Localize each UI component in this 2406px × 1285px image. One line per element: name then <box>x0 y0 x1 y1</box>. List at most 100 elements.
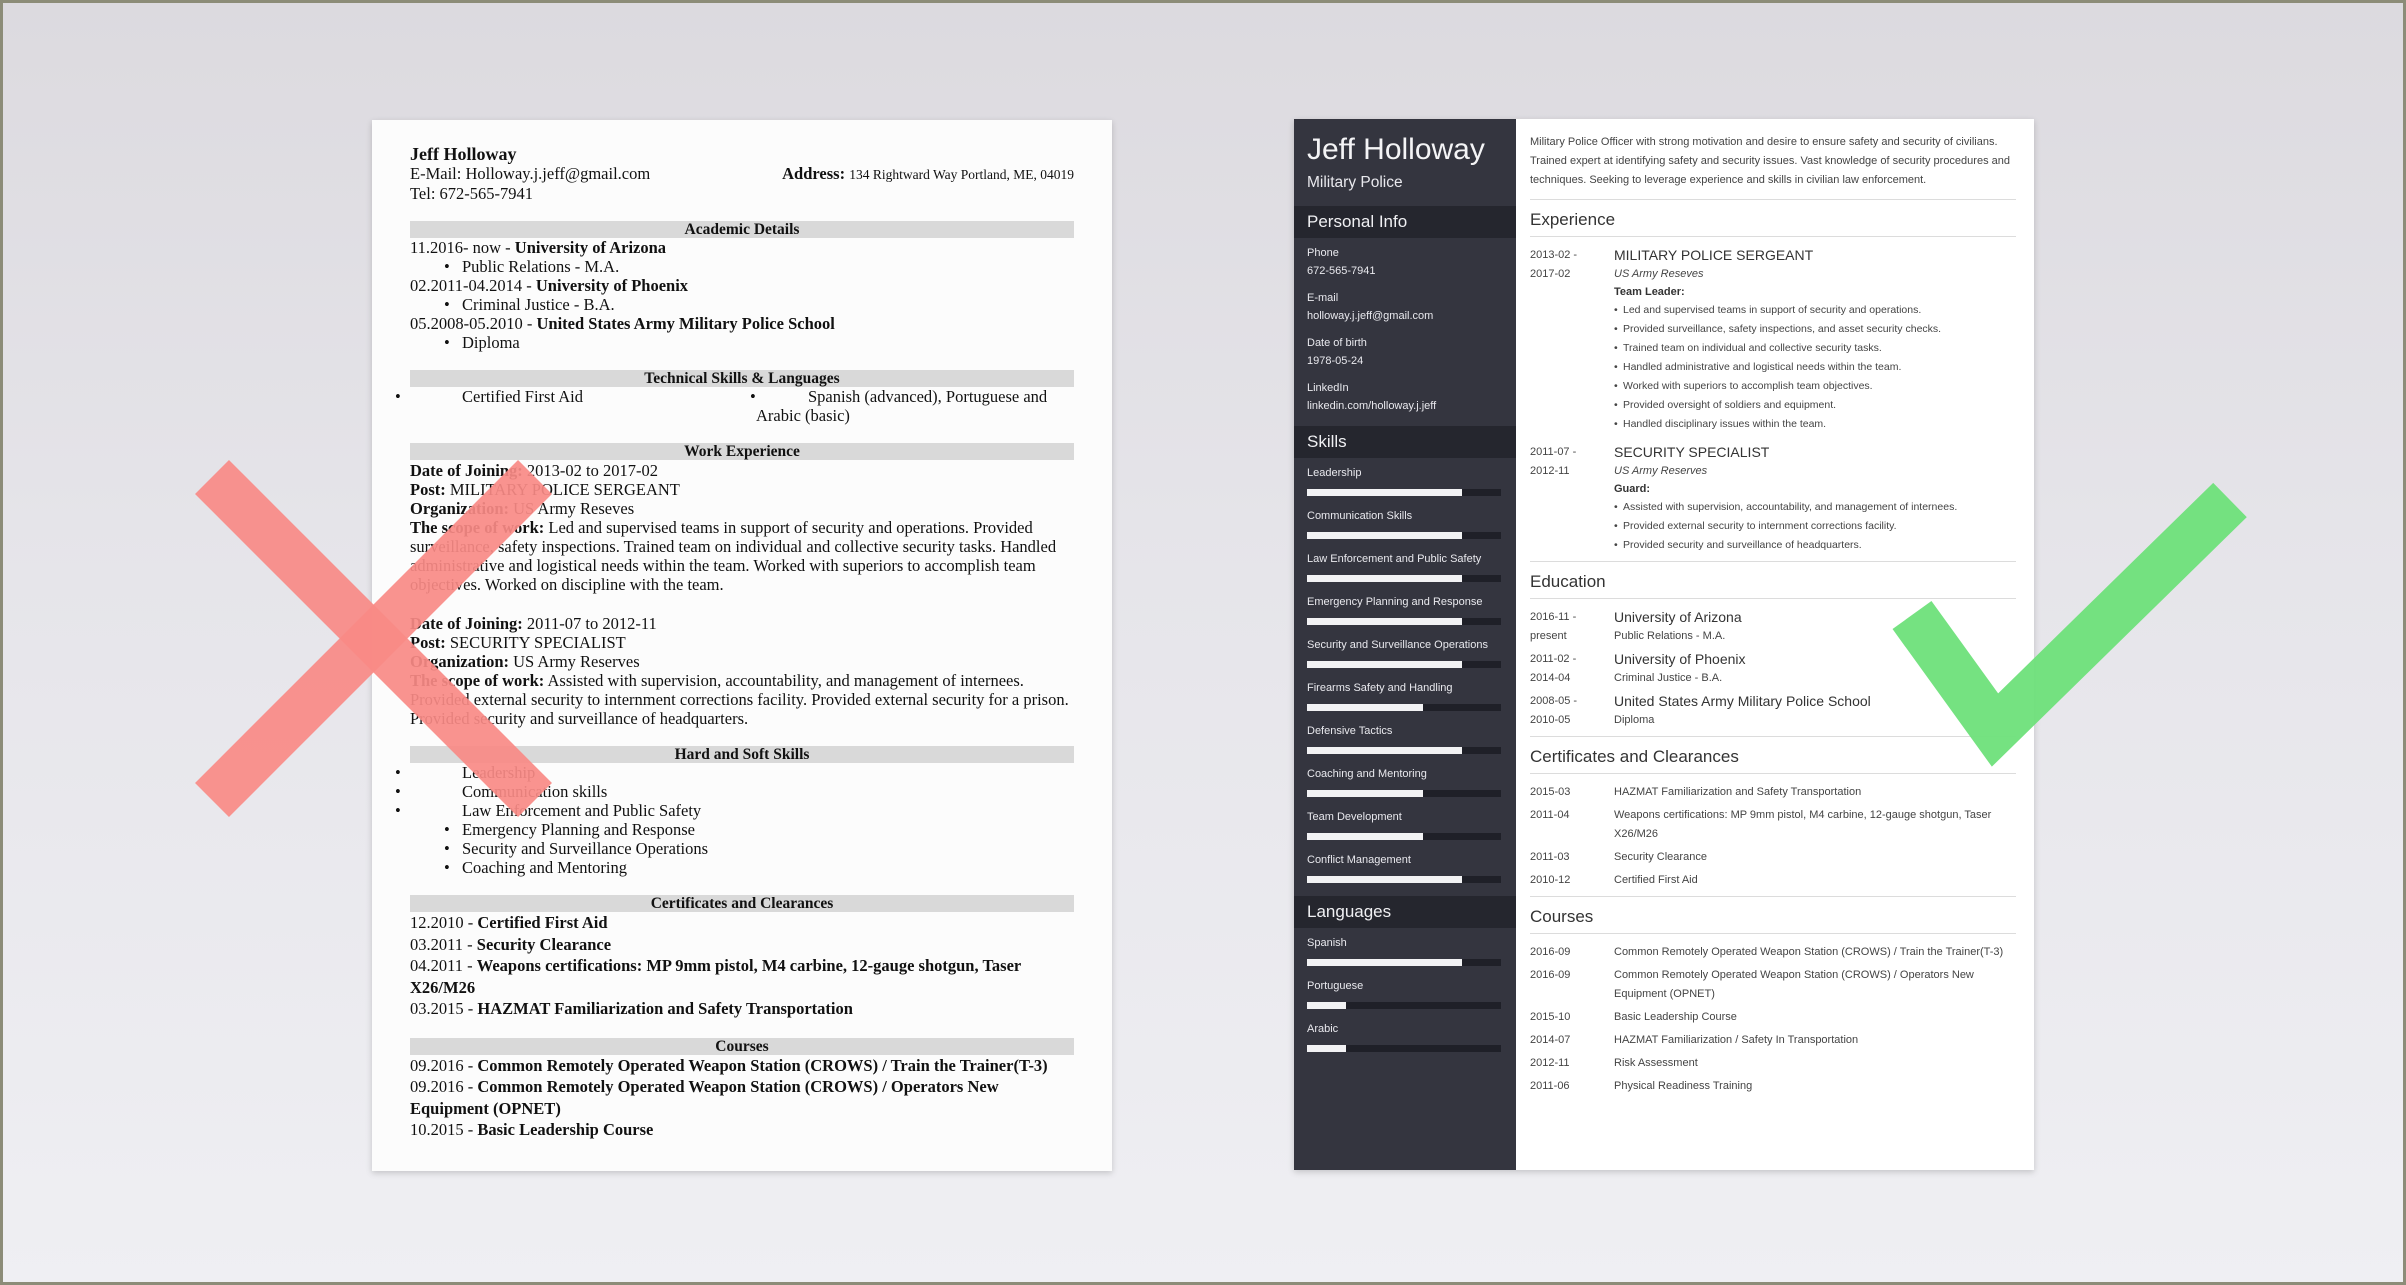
bad-technical-item: Spanish (advanced), Portuguese and Arabi… <box>750 387 1070 425</box>
skill-level-bar <box>1307 575 1501 582</box>
language: Arabic <box>1294 1022 1516 1052</box>
bad-job-entry: Date of Joining: 2013-02 to 2017-02 Post:… <box>410 461 1074 594</box>
certificate-entry: 2011-04 Weapons certifications: MP 9mm pi… <box>1530 806 2016 844</box>
job-dates-label: Date of Joining: <box>410 614 523 633</box>
skill: Team Development <box>1294 810 1516 840</box>
skill-item: Emergency Planning and Response <box>410 820 1074 839</box>
skill-item: Coaching and Mentoring <box>410 858 1074 877</box>
academic-school: United States Army Military Police Schoo… <box>536 314 835 333</box>
experience-list: 2013-02 - 2017-02 MILITARY POLICE SERGEANT… <box>1530 246 2016 562</box>
skill-name: Emergency Planning and Response <box>1307 596 1483 608</box>
certificate-entry-date: 2011-03 <box>1530 851 1570 863</box>
degree: Public Relations - M.A. <box>1614 630 1726 642</box>
academic-degree: Criminal Justice - B.A. <box>410 295 1074 314</box>
job-bullet: Handled disciplinary issues within the t… <box>1614 415 2016 434</box>
language-level-fill <box>1307 1002 1346 1009</box>
certificate-entry: 2011-03 Security Clearance <box>1530 848 2016 867</box>
good-resume-role: Military Police <box>1307 174 1403 191</box>
summary: Military Police Officer with strong moti… <box>1530 133 2016 200</box>
course-entry: 2012-11 Risk Assessment <box>1530 1054 2016 1073</box>
job-role: Team Leader: <box>1614 286 1685 298</box>
bad-address-label: Address: <box>782 164 846 183</box>
certificate-entry-name: Certified First Aid <box>477 913 608 932</box>
personal-info-label: LinkedIn <box>1307 382 1349 394</box>
bad-skills-list: LeadershipCommunication skillsLaw Enforc… <box>395 763 1074 877</box>
job-bullet: Provided security and surveillance of he… <box>1614 536 2016 555</box>
personal-info-label: Date of birth <box>1307 337 1367 349</box>
image-frame <box>0 0 2406 1285</box>
course-entry-date: 2011-06 <box>1530 1080 1570 1092</box>
bad-technical-item: Certified First Aid <box>395 387 750 425</box>
education-entry: 2011-02 - 2014-04 University of Phoenix Cri… <box>1530 650 2016 688</box>
course-entry: 2011-06 Physical Readiness Training <box>1530 1077 2016 1096</box>
skill-name: Team Development <box>1307 811 1402 823</box>
job-post-label: Post: <box>410 633 446 652</box>
job-bullet: Provided external security to internment… <box>1614 517 2016 536</box>
certificate-entry: 12.2010 - Certified First Aid <box>410 912 1074 934</box>
skill-level-fill <box>1307 704 1424 711</box>
personal-info-label: Phone <box>1307 247 1339 259</box>
academic-date: 02.2011-04.2014 - <box>410 276 536 295</box>
language-level-fill <box>1307 1045 1346 1052</box>
bad-academic-list: 11.2016- now - University of ArizonaPubl… <box>410 238 1074 352</box>
bad-address: Address: 134 Rightward Way Portland, ME,… <box>782 164 1074 184</box>
skill-level-bar <box>1307 833 1501 840</box>
job-organization: US Army Reseves <box>1614 268 1704 280</box>
certificate-entry-name: HAZMAT Familiarization and Safety Transp… <box>1614 786 1862 798</box>
bad-academic-entry: 02.2011-04.2014 - University of Phoenix <box>410 276 1074 295</box>
personal-info-value: holloway.j.jeff@gmail.com <box>1307 310 1434 322</box>
skill-level-fill <box>1307 876 1463 883</box>
school-name: United States Army Military Police Schoo… <box>1614 693 1871 709</box>
certificate-entry-date: 03.2011 - <box>410 934 477 954</box>
certificate-entry-date: 2015-03 <box>1530 786 1571 798</box>
skill-item: Law Enforcement and Public Safety <box>395 801 1074 820</box>
bad-contact-row: E-Mail: Holloway.j.jeff@gmail.com Addres… <box>410 164 1074 184</box>
experience-dates: 2013-02 - 2017-02 <box>1530 246 1614 434</box>
sidebar-heading-personal: Personal Info <box>1294 206 1516 238</box>
personal-info-value: 1978-05-24 <box>1307 355 1364 367</box>
certificate-entry-date: 03.2015 - <box>410 999 478 1018</box>
skill-item: Leadership <box>395 763 1074 782</box>
experience-content: SECURITY SPECIALIST US Army Reserves Guard… <box>1614 443 2016 555</box>
job-bullet: Worked with superiors to accomplish team… <box>1614 377 2016 396</box>
skill-level-bar <box>1307 876 1501 883</box>
degree: Criminal Justice - B.A. <box>1614 672 1723 684</box>
certificate-entry-date: 2011-04 <box>1530 809 1570 821</box>
job-dates-value: 2011-07 to 2012-11 <box>522 614 657 633</box>
bad-certificates-list: 12.2010 - Certified First Aid 03.2011 - S… <box>410 912 1074 1020</box>
skill-level-fill <box>1307 790 1424 797</box>
bad-resume-example: Jeff Holloway E-Mail: Holloway.j.jeff@gm… <box>372 120 1112 1171</box>
school-name: University of Phoenix <box>1614 651 1746 667</box>
job-organization: US Army Reserves <box>1614 465 1708 477</box>
job-post-value: MILITARY POLICE SERGEANT <box>445 480 680 499</box>
academic-degree-list: Public Relations - M.A. <box>410 257 1074 276</box>
education-content: United States Army Military Police Schoo… <box>1614 692 2016 730</box>
course-entry-name: HAZMAT Familiarization / Safety In Trans… <box>1614 1034 1859 1046</box>
job-post-label: Post: <box>410 480 446 499</box>
bad-academic-entry: 05.2008-05.2010 - United States Army Mil… <box>410 314 1074 333</box>
academic-date: 05.2008-05.2010 - <box>410 314 537 333</box>
course-entry-name: Common Remotely Operated Weapon Station … <box>1614 946 2004 958</box>
certificate-entry: 2010-12 Certified First Aid <box>1530 871 2016 890</box>
sidebar-heading-languages: Languages <box>1294 896 1516 928</box>
date-from: 2008-05 - <box>1530 695 1578 707</box>
skill-level-bar <box>1307 704 1501 711</box>
job-bullet: Provided surveillance, safety inspection… <box>1614 320 2016 339</box>
course-entry-date: 09.2016 - <box>410 1055 478 1075</box>
skill-level-fill <box>1307 661 1463 668</box>
course-entry-date: 09.2016 - <box>410 1077 478 1096</box>
experience-entry: 2011-07 - 2012-11 SECURITY SPECIALIST US Ar… <box>1530 443 2016 555</box>
bad-academic-entry: 11.2016- now - University of Arizona <box>410 238 1074 257</box>
skill: Communication Skills <box>1294 509 1516 539</box>
job-bullets: Led and supervised teams in support of s… <box>1614 301 2016 434</box>
skill-name: Conflict Management <box>1307 854 1411 866</box>
course-entry: 09.2016 - Common Remotely Operated Weapo… <box>410 1076 1074 1119</box>
course-entry-date: 2016-09 <box>1530 946 1571 958</box>
course-entry-date: 2014-07 <box>1530 1034 1571 1046</box>
skill-name: Firearms Safety and Handling <box>1307 682 1453 694</box>
skill-name: Defensive Tactics <box>1307 725 1393 737</box>
date-to: 2010-05 <box>1530 714 1571 726</box>
language-name: Spanish <box>1307 937 1347 949</box>
personal-info-list: Phone 672-565-7941 E-mail holloway.j.jeff@g… <box>1294 246 1516 426</box>
